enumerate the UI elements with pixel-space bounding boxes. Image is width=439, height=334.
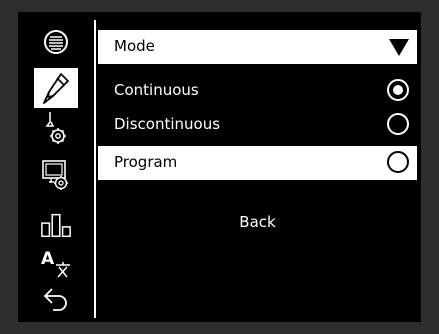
option-label: Discontinuous xyxy=(114,115,221,133)
option-label: Continuous xyxy=(114,81,199,99)
bar-chart-icon[interactable] xyxy=(40,209,72,241)
torch-icon[interactable] xyxy=(34,68,78,108)
option-label: Program xyxy=(114,153,178,171)
svg-text:A: A xyxy=(41,249,55,269)
option-discontinuous[interactable]: Discontinuous xyxy=(98,108,417,142)
mode-dropdown[interactable]: Mode xyxy=(98,30,417,64)
screen-settings-icon[interactable] xyxy=(40,159,72,191)
torch-settings-icon[interactable] xyxy=(40,112,72,144)
sidebar-divider xyxy=(94,20,96,318)
dropdown-arrow-icon xyxy=(389,39,409,56)
radio-unchecked-icon[interactable] xyxy=(387,113,409,135)
spool-icon[interactable] xyxy=(40,26,72,58)
mode-dropdown-label: Mode xyxy=(114,37,155,55)
option-continuous[interactable]: Continuous xyxy=(98,74,417,108)
radio-checked-icon[interactable] xyxy=(387,79,409,101)
return-icon[interactable] xyxy=(40,283,72,315)
device-screen: A Mode Continuous Discontinuous Program … xyxy=(18,12,421,322)
language-icon[interactable]: A xyxy=(40,247,72,279)
sidebar: A xyxy=(18,12,94,322)
radio-unchecked-icon[interactable] xyxy=(387,151,409,173)
back-button[interactable]: Back xyxy=(98,208,417,236)
option-program[interactable]: Program xyxy=(98,146,417,180)
